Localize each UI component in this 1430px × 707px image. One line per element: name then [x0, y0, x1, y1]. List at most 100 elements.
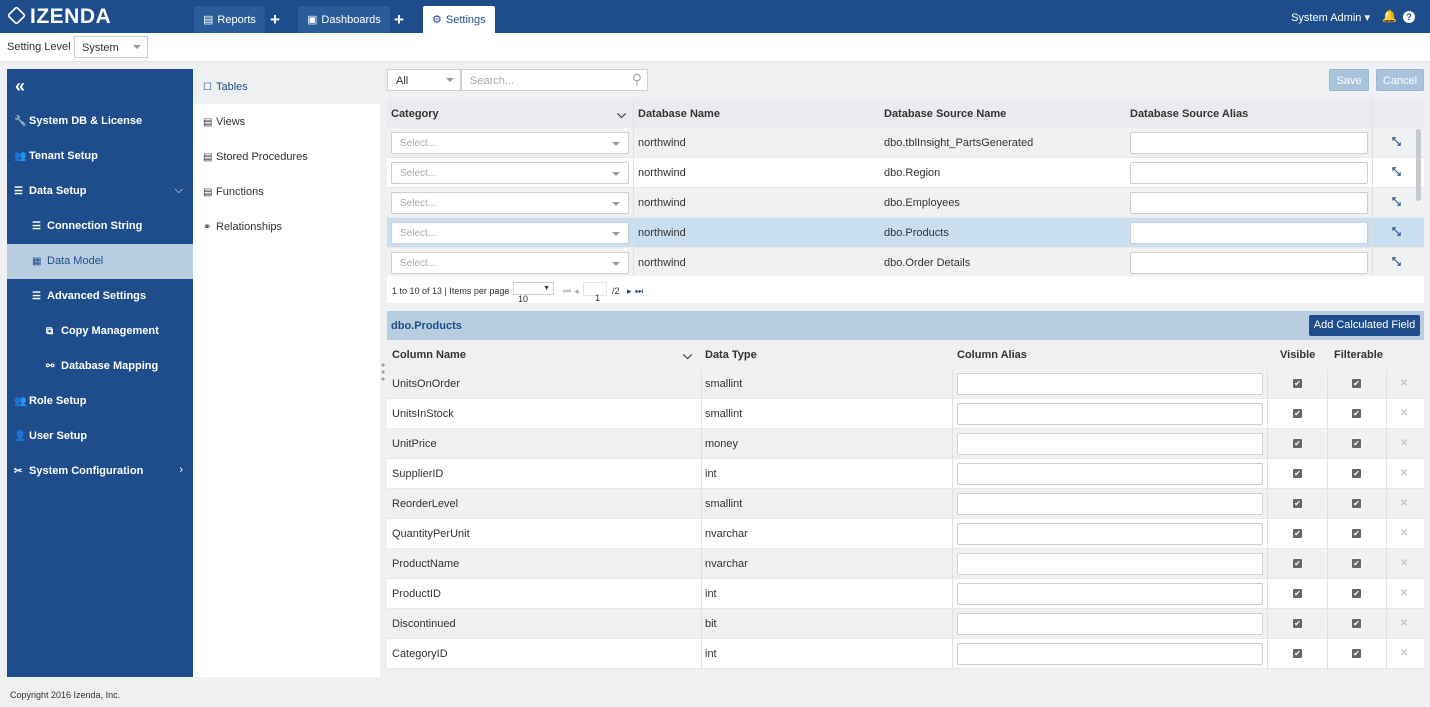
column-row[interactable]: UnitPrice money ✔ ✔ ✕ — [387, 429, 1424, 459]
tab-dashboards[interactable]: ▣ Dashboards — [298, 6, 390, 33]
category-select[interactable]: Select... — [391, 162, 629, 184]
help-icon[interactable]: ? — [1403, 11, 1415, 23]
category-select[interactable]: Select... — [391, 192, 629, 214]
sidebar-item-data-setup[interactable]: ☰ Data Setup ⌵ — [7, 174, 193, 209]
table-row[interactable]: Select... northwind dbo.Region ⤡ — [387, 158, 1424, 188]
subnav-item-tables[interactable]: ☐ Tables — [193, 69, 380, 104]
subnav-item-stored-procedures[interactable]: ▤ Stored Procedures — [193, 139, 380, 174]
filterable-checkbox[interactable]: ✔ — [1352, 499, 1361, 508]
source-alias-input[interactable] — [1130, 192, 1368, 214]
filterable-checkbox[interactable]: ✔ — [1352, 619, 1361, 628]
remove-icon[interactable]: ✕ — [1400, 468, 1408, 479]
search-input[interactable]: Search... ⚲ — [461, 69, 648, 91]
subnav-item-views[interactable]: ▤ Views — [193, 104, 380, 139]
tab-reports[interactable]: ▤ Reports — [194, 6, 265, 33]
filterable-checkbox[interactable]: ✔ — [1352, 409, 1361, 418]
expand-icon[interactable]: ⤡ — [1392, 226, 1401, 239]
column-row[interactable]: ProductID int ✔ ✔ ✕ — [387, 579, 1424, 609]
category-select[interactable]: Select... — [391, 252, 629, 274]
first-page-icon[interactable]: ⏮ — [563, 286, 571, 297]
column-header-visible[interactable]: Visible — [1280, 349, 1315, 361]
tab-settings[interactable]: ⚙ Settings — [423, 6, 495, 33]
filterable-checkbox[interactable]: ✔ — [1352, 529, 1361, 538]
sidebar-item-database-mapping[interactable]: ⚯ Database Mapping — [7, 349, 193, 384]
column-row[interactable]: ReorderLevel smallint ✔ ✔ ✕ — [387, 489, 1424, 519]
expand-icon[interactable]: ⤡ — [1392, 256, 1401, 269]
page-size-select[interactable]: 10 ▼ — [513, 282, 554, 304]
sidebar-item-system-configuration[interactable]: ✂ System Configuration › — [7, 454, 193, 489]
visible-checkbox[interactable]: ✔ — [1293, 589, 1302, 598]
chevron-down-icon[interactable]: ⌵ — [617, 107, 626, 122]
visible-checkbox[interactable]: ✔ — [1293, 469, 1302, 478]
column-alias-input[interactable] — [957, 463, 1263, 485]
column-row[interactable]: SupplierID int ✔ ✔ ✕ — [387, 459, 1424, 489]
visible-checkbox[interactable]: ✔ — [1293, 559, 1302, 568]
source-alias-input[interactable] — [1130, 252, 1368, 274]
prev-page-icon[interactable]: ◂ — [574, 286, 579, 297]
next-page-icon[interactable]: ▸ — [627, 286, 632, 297]
column-header-data-type[interactable]: Data Type — [705, 349, 757, 361]
column-alias-input[interactable] — [957, 493, 1263, 515]
column-header-source-alias[interactable]: Database Source Alias — [1130, 108, 1248, 120]
user-menu[interactable]: System Admin ▾ — [1291, 11, 1370, 24]
izenda-logo[interactable]: IZENDA — [6, 5, 111, 29]
column-header-category[interactable]: Category — [391, 108, 439, 120]
table-row[interactable]: Select... northwind dbo.Order Details ⤡ — [387, 248, 1424, 278]
subnav-item-relationships[interactable]: ⚭ Relationships — [193, 209, 380, 244]
visible-checkbox[interactable]: ✔ — [1293, 649, 1302, 658]
remove-icon[interactable]: ✕ — [1400, 618, 1408, 629]
column-row[interactable]: UnitsInStock smallint ✔ ✔ ✕ — [387, 399, 1424, 429]
category-select[interactable]: Select... — [391, 132, 629, 154]
column-row[interactable]: UnitsOnOrder smallint ✔ ✔ ✕ — [387, 369, 1424, 399]
bell-icon[interactable]: 🔔 — [1382, 9, 1397, 23]
collapse-sidebar-icon[interactable]: « — [15, 76, 25, 97]
add-report-button[interactable]: + — [264, 6, 286, 33]
column-alias-input[interactable] — [957, 613, 1263, 635]
page-input[interactable]: 1 — [583, 282, 607, 303]
sidebar-item-connection-string[interactable]: ☰ Connection String — [7, 209, 193, 244]
filterable-checkbox[interactable]: ✔ — [1352, 589, 1361, 598]
table-row-selected[interactable]: Select... northwind dbo.Products ⤡ — [387, 218, 1424, 248]
add-dashboard-button[interactable]: + — [388, 6, 410, 33]
table-row[interactable]: Select... northwind dbo.tblInsight_Parts… — [387, 128, 1424, 158]
sidebar-item-data-model[interactable]: ▦ Data Model — [7, 244, 193, 279]
source-alias-input[interactable] — [1130, 162, 1368, 184]
sidebar-item-user-setup[interactable]: 👤 User Setup — [7, 419, 193, 454]
tables-grid-scrollbar[interactable] — [1416, 129, 1421, 201]
source-alias-input[interactable] — [1130, 132, 1368, 154]
column-header-column-name[interactable]: Column Name — [392, 349, 466, 361]
column-alias-input[interactable] — [957, 373, 1263, 395]
visible-checkbox[interactable]: ✔ — [1293, 499, 1302, 508]
visible-checkbox[interactable]: ✔ — [1293, 619, 1302, 628]
column-alias-input[interactable] — [957, 523, 1263, 545]
column-alias-input[interactable] — [957, 553, 1263, 575]
expand-icon[interactable]: ⤡ — [1392, 166, 1401, 179]
column-row[interactable]: Discontinued bit ✔ ✔ ✕ — [387, 609, 1424, 639]
sidebar-item-advanced-settings[interactable]: ☰ Advanced Settings — [7, 279, 193, 314]
column-alias-input[interactable] — [957, 403, 1263, 425]
column-header-column-alias[interactable]: Column Alias — [957, 349, 1027, 361]
visible-checkbox[interactable]: ✔ — [1293, 409, 1302, 418]
category-select[interactable]: Select... — [391, 222, 629, 244]
save-button[interactable]: Save — [1329, 69, 1369, 91]
sidebar-item-system-db[interactable]: 🔧 System DB & License — [7, 104, 193, 139]
remove-icon[interactable]: ✕ — [1400, 648, 1408, 659]
column-row[interactable]: CategoryID int ✔ ✔ ✕ — [387, 639, 1424, 669]
expand-icon[interactable]: ⤡ — [1392, 136, 1401, 149]
column-alias-input[interactable] — [957, 643, 1263, 665]
subnav-item-functions[interactable]: ▤ Functions — [193, 174, 380, 209]
column-alias-input[interactable] — [957, 583, 1263, 605]
filter-select[interactable]: All — [387, 69, 461, 91]
remove-icon[interactable]: ✕ — [1400, 378, 1408, 389]
chevron-down-icon[interactable]: ⌵ — [683, 348, 692, 363]
column-header-database-name[interactable]: Database Name — [638, 108, 720, 120]
visible-checkbox[interactable]: ✔ — [1293, 529, 1302, 538]
filterable-checkbox[interactable]: ✔ — [1352, 559, 1361, 568]
add-calculated-field-button[interactable]: Add Calculated Field — [1309, 315, 1420, 336]
cancel-button[interactable]: Cancel — [1376, 69, 1424, 91]
source-alias-input[interactable] — [1130, 222, 1368, 244]
filterable-checkbox[interactable]: ✔ — [1352, 649, 1361, 658]
remove-icon[interactable]: ✕ — [1400, 438, 1408, 449]
setting-level-select[interactable]: System — [74, 36, 148, 58]
visible-checkbox[interactable]: ✔ — [1293, 439, 1302, 448]
